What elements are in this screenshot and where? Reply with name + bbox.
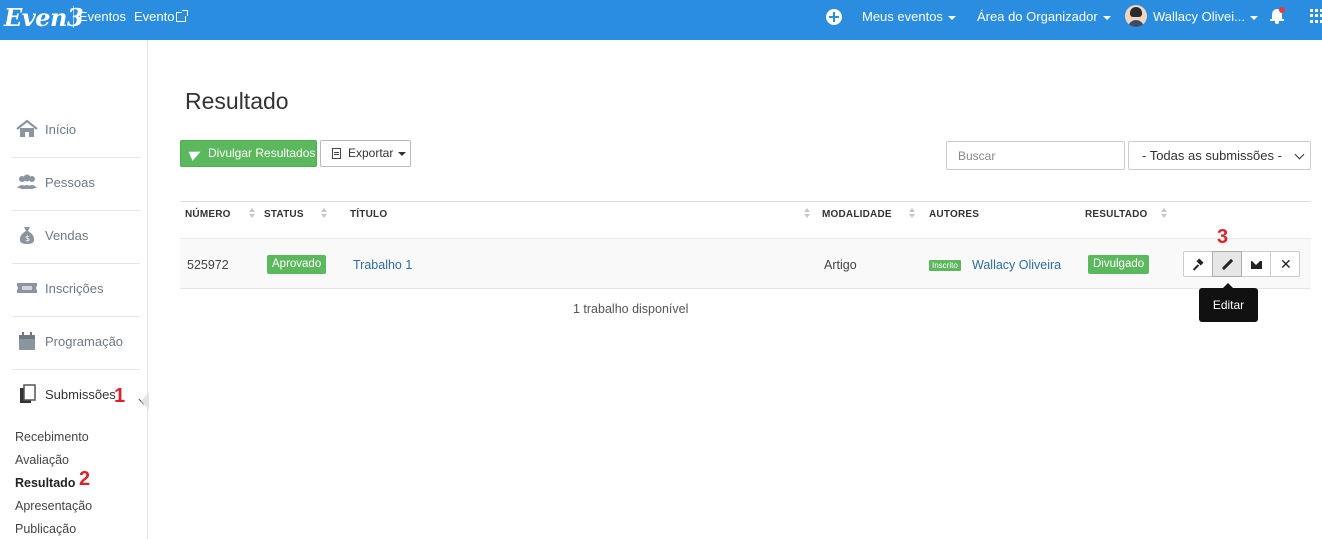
header-numero[interactable]: NÚMERO [185,209,231,220]
sidebar-item-label: Submissões [45,387,116,402]
marker-2: 2 [79,468,91,490]
meus-eventos-dropdown[interactable]: Meus eventos [862,9,956,24]
people-icon [17,174,37,189]
editar-tooltip: Editar [1199,283,1258,322]
row-actions: ✕ [1183,251,1300,277]
editar-button[interactable] [1212,251,1242,277]
sidebar-sub-resultado[interactable]: Resultado [15,476,75,490]
divulgar-resultados-label: Divulgar Resultados [208,146,316,160]
sidebar-sub-avaliacao[interactable]: Avaliação [15,453,69,467]
pencil-icon [1221,258,1234,271]
sort-icon[interactable] [249,208,255,219]
sidebar-item-label: Vendas [45,228,89,243]
divulgar-resultados-button[interactable]: Divulgar Resultados [180,140,317,167]
sidebar-item-label: Programação [45,334,124,349]
header-resultado[interactable]: RESULTADO [1085,209,1148,220]
sidebar-item-vendas[interactable]: $ Vendas [12,211,140,264]
marker-3: 3 [1217,226,1229,248]
filter-selected-value: - Todas as submissões - [1142,148,1282,163]
sidebar-item-inscricoes[interactable]: Inscrições [12,264,140,317]
titulo-link[interactable]: Trabalho 1 [353,258,412,272]
exportar-button[interactable]: Exportar [320,140,411,167]
sidebar-item-label: Inscrições [45,281,104,296]
table-header: NÚMERO STATUS TÍTULO MODALIDADE AUTORES … [180,201,1311,239]
envelope-icon [1251,261,1262,269]
close-icon: ✕ [1280,256,1292,272]
evento-link[interactable]: Evento [134,9,189,24]
calendar-icon [19,332,35,350]
caret-down-icon [947,15,956,20]
email-button[interactable] [1241,251,1271,277]
cell-modalidade: Artigo [824,258,857,272]
header-modalidade[interactable]: MODALIDADE [822,209,892,220]
sidebar-sub-publicacao[interactable]: Publicação [15,522,76,536]
sort-icon[interactable] [909,208,915,219]
header-titulo[interactable]: TÍTULO [350,209,387,220]
submissions-filter-select[interactable]: - Todas as submissões - [1128,141,1311,170]
external-link-icon [176,10,189,22]
sidebar-item-label: Início [45,122,77,137]
exportar-label: Exportar [348,146,394,160]
caret-down-icon [1249,15,1258,20]
logo-divider [73,6,74,28]
documents-icon [20,384,36,403]
document-icon [332,148,341,159]
sidebar-notch [141,392,149,410]
user-avatar[interactable] [1125,5,1147,27]
status-badge: Aprovado [267,255,327,274]
area-organizador-dropdown[interactable]: Área do Organizador [977,9,1111,24]
meus-eventos-label: Meus eventos [862,9,943,24]
resultado-badge: Divulgado [1088,255,1150,274]
remove-button[interactable]: ✕ [1270,251,1300,277]
table-row: 525972 Aprovado Trabalho 1 Artigo Inscri… [180,239,1311,289]
top-navbar: Even3 Eventos Evento Meus eventos Área d… [0,0,1322,40]
sidebar-sub-apresentacao[interactable]: Apresentação [15,499,92,513]
user-menu-dropdown[interactable]: Wallacy Olivei... [1153,9,1258,24]
results-count: 1 trabalho disponível [573,302,689,316]
autor-link[interactable]: Wallacy Oliveira [972,258,1061,272]
header-autores[interactable]: AUTORES [929,209,979,220]
sidebar-sub-recebimento[interactable]: Recebimento [15,430,89,444]
even3-logo[interactable]: Even3 [4,3,84,32]
sidebar-item-label: Pessoas [45,175,95,190]
money-bag-icon: $ [19,227,35,244]
notification-bell-icon[interactable] [1270,7,1285,24]
cell-numero: 525972 [187,258,229,272]
caret-down-icon [398,151,407,156]
paper-plane-icon [188,147,203,161]
header-status[interactable]: STATUS [264,209,304,220]
apps-grid-icon[interactable] [1310,9,1322,23]
inscrito-badge: Inscrito [929,260,961,271]
caret-down-icon [1102,15,1111,20]
area-organizador-label: Área do Organizador [977,9,1098,24]
page-title: Resultado [185,88,289,114]
gavel-icon [1194,260,1203,269]
svg-text:$: $ [25,234,30,243]
sort-icon[interactable] [321,208,327,219]
marker-1: 1 [114,385,126,407]
sidebar-item-inicio[interactable]: Início [12,105,140,158]
ticket-icon [17,283,37,293]
chevron-down-icon [1294,149,1305,160]
user-name: Wallacy Olivei... [1153,9,1245,24]
sort-icon[interactable] [804,208,810,219]
sidebar-item-programacao[interactable]: Programação [12,317,140,370]
notification-dot [1279,7,1285,13]
sort-icon[interactable] [1161,208,1167,219]
avaliar-button[interactable] [1183,251,1213,277]
eventos-link[interactable]: Eventos [79,9,126,24]
add-circle-icon[interactable] [826,9,842,25]
search-input[interactable] [946,141,1125,170]
home-icon [16,119,38,137]
sidebar-item-pessoas[interactable]: Pessoas [12,158,140,211]
sidebar: Início Pessoas $ Vendas Inscrições Progr… [0,40,149,539]
evento-link-label: Evento [134,9,175,24]
